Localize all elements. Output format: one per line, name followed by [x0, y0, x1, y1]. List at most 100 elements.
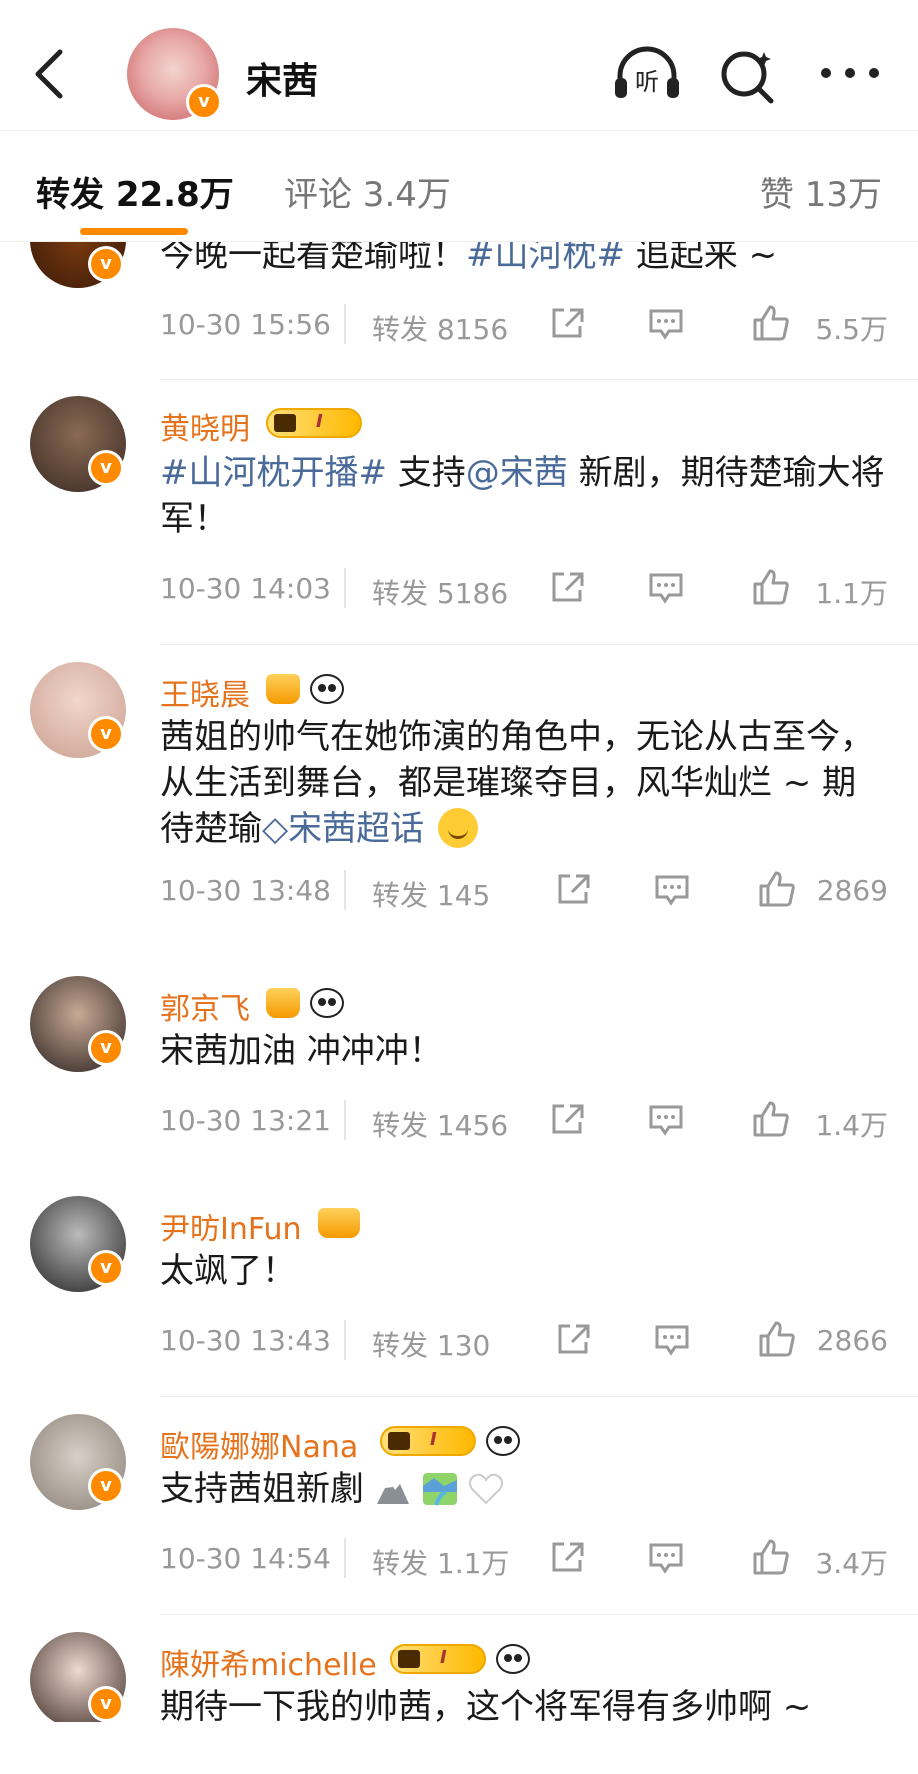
divider [160, 1614, 918, 1615]
post-meta: 10-30 13:48 转发 145 2869 [160, 870, 888, 912]
thumbs-up-icon[interactable] [758, 1320, 796, 1358]
repost-count[interactable]: 转发 1456 [372, 1104, 508, 1144]
divider [160, 644, 918, 645]
mountain-emoji-icon [376, 1480, 409, 1504]
like-count: 2866 [816, 1324, 888, 1357]
post-meta: 10-30 14:03 转发 5186 1.1万 [160, 568, 888, 610]
like-count: 1.1万 [815, 577, 888, 610]
timestamp: 10-30 15:56 [160, 308, 331, 341]
comment-icon[interactable] [648, 308, 684, 340]
user-badges: I [266, 408, 362, 438]
separator [344, 304, 346, 344]
verified-badge-icon: v [88, 1686, 124, 1722]
verified-badge-icon: v [88, 1250, 124, 1286]
panda-icon [486, 1426, 520, 1456]
verified-badge-icon: v [88, 1030, 124, 1066]
separator [344, 1538, 346, 1578]
mention-link[interactable]: @宋茜 [466, 453, 568, 493]
list-item[interactable]: v 郭京飞 宋茜加油 冲冲冲！ 10-30 13:21 转发 1456 1.4万 [0, 976, 918, 1186]
user-name[interactable]: 陳妍希michelle [160, 1640, 377, 1684]
user-name[interactable]: 歐陽娜娜Nana [160, 1422, 358, 1466]
post-text: 茜姐的帅气在她饰演的角色中，无论从古至今，从生活到舞台，都是璀璨夺目，风华灿烂 … [160, 717, 874, 849]
repost-count[interactable]: 转发 130 [372, 1324, 490, 1364]
tab-reposts[interactable]: 转发 22.8万 [36, 167, 234, 216]
post-meta: 10-30 13:21 转发 1456 1.4万 [160, 1100, 888, 1142]
panda-icon [310, 988, 344, 1018]
repost-count[interactable]: 转发 1.1万 [372, 1542, 509, 1582]
user-name[interactable]: 郭京飞 [160, 984, 250, 1028]
list-item[interactable]: v 陳妍希michelle I 期待一下我的帅茜，这个将军得有多帅啊 ~ [0, 1632, 918, 1722]
divider [160, 379, 918, 380]
active-tab-indicator [80, 228, 188, 235]
like-count: 3.4万 [815, 1547, 888, 1580]
post-text: 宋茜加油 冲冲冲！ [160, 1031, 443, 1071]
verified-badge-icon: v [88, 246, 124, 282]
post-meta: 10-30 15:56 转发 8156 5.5万 [160, 304, 888, 346]
landscape-emoji-icon [422, 1473, 457, 1506]
panda-icon [496, 1644, 530, 1674]
search-icon[interactable] [718, 46, 778, 106]
share-icon[interactable] [550, 1102, 586, 1136]
separator [344, 1100, 346, 1140]
comment-icon[interactable] [654, 1324, 690, 1356]
thumbs-up-icon[interactable] [752, 304, 790, 342]
verified-badge-icon: v [88, 1468, 124, 1504]
share-icon[interactable] [550, 306, 586, 340]
tab-likes[interactable]: 赞 13万 [760, 167, 882, 216]
repost-count[interactable]: 转发 5186 [372, 572, 508, 612]
user-badges [318, 1208, 360, 1238]
repost-count[interactable]: 转发 145 [372, 874, 490, 914]
list-item[interactable]: v 歐陽娜娜Nana I 支持茜姐新劇 10-30 14:54 转发 1.1万 … [0, 1414, 918, 1624]
thumbs-up-icon[interactable] [752, 1538, 790, 1576]
post-text: 太飒了！ [160, 1251, 296, 1291]
share-icon[interactable] [556, 872, 592, 906]
repost-list: v 今晚一起看楚瑜啦！#山河枕# 追起来 ~ 10-30 15:56 转发 81… [0, 242, 918, 1722]
post-text: 支持茜姐新劇 [160, 1466, 888, 1512]
svg-text:听: 听 [635, 68, 659, 96]
timestamp: 10-30 14:54 [160, 1542, 331, 1575]
post-text: 期待一下我的帅茜，这个将军得有多帅啊 ~ [160, 1687, 812, 1722]
post-meta: 10-30 14:54 转发 1.1万 3.4万 [160, 1538, 888, 1580]
separator [344, 1320, 346, 1360]
super-topic-link[interactable]: ◇宋茜超话 [262, 809, 424, 849]
crown-icon [266, 988, 300, 1018]
smile-emoji-icon [438, 808, 479, 848]
share-icon[interactable] [550, 570, 586, 604]
timestamp: 10-30 13:48 [160, 874, 331, 907]
page-title: 宋茜 [246, 61, 319, 102]
member-crown-icon: I [380, 1426, 476, 1456]
user-badges: I [390, 1644, 530, 1674]
more-options-icon[interactable] [818, 58, 882, 88]
back-arrow-icon[interactable] [30, 48, 70, 100]
user-name[interactable]: 王晓晨 [160, 670, 250, 714]
comment-icon[interactable] [648, 1104, 684, 1136]
post-meta: 10-30 13:43 转发 130 2866 [160, 1320, 888, 1362]
user-badges [266, 988, 344, 1018]
thumbs-up-icon[interactable] [758, 870, 796, 908]
user-name[interactable]: 黄晓明 [160, 404, 250, 448]
user-badges [266, 674, 344, 704]
list-item[interactable]: v 尹昉InFun 太飒了！ 10-30 13:43 转发 130 2866 [0, 1196, 918, 1406]
crown-icon [266, 674, 300, 704]
comment-icon[interactable] [648, 572, 684, 604]
top-bar: v 宋茜 听 [0, 0, 918, 131]
thumbs-up-icon[interactable] [752, 568, 790, 606]
topic-link[interactable]: #山河枕# [466, 242, 625, 275]
verified-badge-icon: v [88, 450, 124, 486]
separator [344, 870, 346, 910]
thumbs-up-icon[interactable] [752, 1100, 790, 1138]
list-item[interactable]: v 王晓晨 茜姐的帅气在她饰演的角色中，无论从古至今，从生活到舞台，都是璀璨夺目… [0, 662, 918, 962]
topic-link[interactable]: #山河枕开播# [160, 453, 387, 493]
user-name[interactable]: 尹昉InFun [160, 1204, 302, 1248]
comment-icon[interactable] [654, 874, 690, 906]
tab-comments[interactable]: 评论 3.4万 [284, 167, 451, 216]
repost-count[interactable]: 转发 8156 [372, 308, 508, 348]
listen-headphones-icon[interactable]: 听 [612, 46, 682, 102]
verified-badge-icon: v [88, 716, 124, 752]
timestamp: 10-30 13:21 [160, 1104, 331, 1137]
member-crown-icon: I [266, 408, 362, 438]
share-icon[interactable] [550, 1540, 586, 1574]
share-icon[interactable] [556, 1322, 592, 1356]
list-item[interactable]: v 黄晓明 I #山河枕开播# 支持@宋茜 新剧，期待楚瑜大将军！ 10-30 … [0, 396, 918, 656]
comment-icon[interactable] [648, 1542, 684, 1574]
